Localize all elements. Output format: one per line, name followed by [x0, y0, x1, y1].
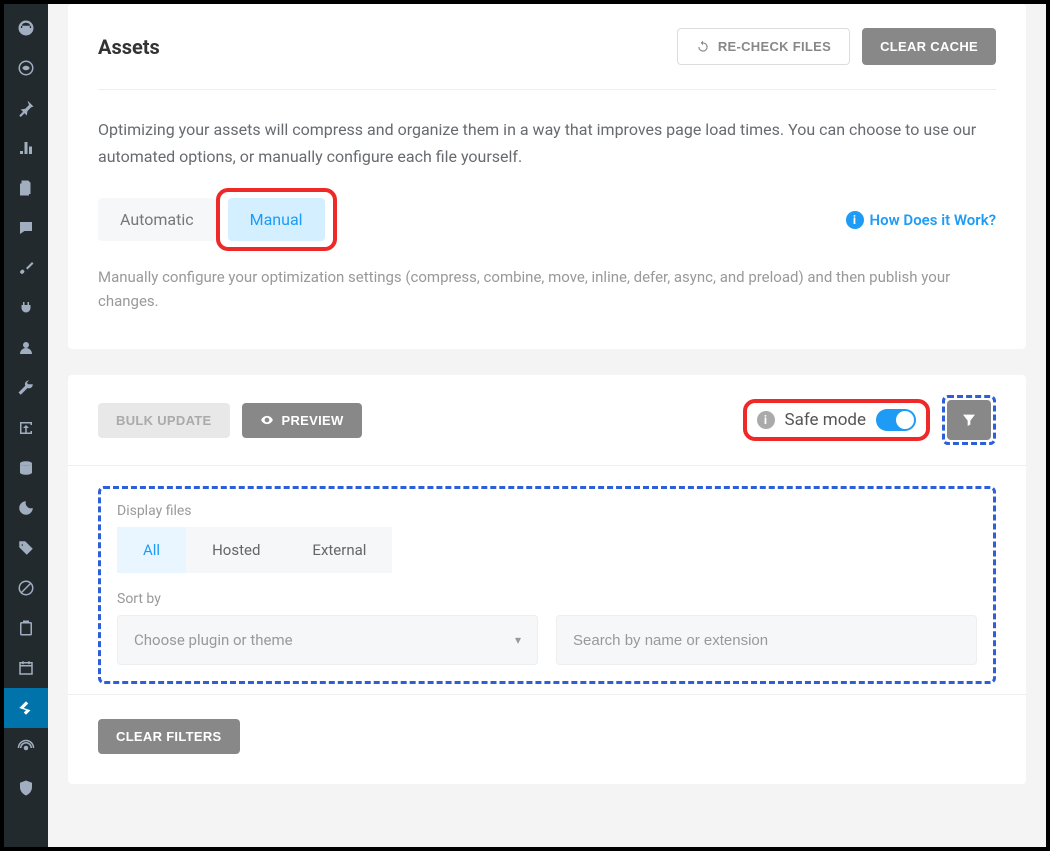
assets-card: Assets RE-CHECK FILES CLEAR CACHE Optimi… — [68, 4, 1026, 349]
chevron-down-icon: ▾ — [515, 633, 521, 647]
clear-filters-button[interactable]: CLEAR FILTERS — [98, 719, 240, 754]
sidebar-hummingbird-icon[interactable] — [4, 688, 48, 728]
sidebar-crescent-icon[interactable] — [4, 488, 48, 528]
tab-description: Manually configure your optimization set… — [98, 251, 996, 319]
annotation-highlight-filters-panel: Display files All Hosted External Sort b… — [98, 486, 996, 684]
sidebar-dashboard-icon[interactable] — [4, 8, 48, 48]
eye-icon — [260, 413, 274, 427]
sidebar-slash-icon[interactable] — [4, 568, 48, 608]
intro-text: Optimizing your assets will compress and… — [98, 90, 996, 188]
filter-button[interactable] — [947, 400, 991, 440]
mode-tabs: Automatic — [98, 198, 216, 241]
sidebar-circle-icon[interactable] — [4, 48, 48, 88]
display-external[interactable]: External — [286, 527, 392, 573]
safe-mode-toggle[interactable] — [876, 409, 916, 431]
sidebar-brush-icon[interactable] — [4, 248, 48, 288]
recheck-files-button[interactable]: RE-CHECK FILES — [677, 28, 850, 65]
display-hosted[interactable]: Hosted — [186, 527, 286, 573]
sidebar-plugin-icon[interactable] — [4, 128, 48, 168]
tab-manual[interactable]: Manual — [228, 198, 325, 241]
sidebar-broadcast-icon[interactable] — [4, 728, 48, 768]
page-title: Assets — [98, 35, 160, 59]
sidebar-calendar-icon[interactable] — [4, 648, 48, 688]
display-all[interactable]: All — [117, 527, 186, 573]
refresh-icon — [696, 40, 710, 54]
sidebar-pages-icon[interactable] — [4, 168, 48, 208]
sidebar-plug-icon[interactable] — [4, 288, 48, 328]
main-content: Assets RE-CHECK FILES CLEAR CACHE Optimi… — [48, 4, 1046, 847]
sidebar-import-icon[interactable] — [4, 408, 48, 448]
sort-select[interactable]: Choose plugin or theme ▾ — [117, 615, 538, 665]
safe-mode-label: Safe mode — [785, 410, 867, 430]
search-input-wrap — [556, 615, 977, 665]
sidebar-comment-icon[interactable] — [4, 208, 48, 248]
funnel-icon — [961, 412, 977, 428]
sidebar-database-icon[interactable] — [4, 448, 48, 488]
sidebar-clipboard-icon[interactable] — [4, 608, 48, 648]
clear-cache-button[interactable]: CLEAR CACHE — [862, 28, 996, 65]
bulk-update-button[interactable]: BULK UPDATE — [98, 403, 230, 438]
display-files-segment: All Hosted External — [117, 527, 977, 573]
tab-automatic[interactable]: Automatic — [98, 198, 216, 241]
preview-button[interactable]: PREVIEW — [242, 403, 362, 438]
display-files-label: Display files — [117, 503, 977, 519]
sidebar-tag-icon[interactable] — [4, 528, 48, 568]
search-input[interactable] — [573, 632, 960, 649]
info-icon: i — [846, 211, 864, 229]
filters-card: BULK UPDATE PREVIEW i Safe mode — [68, 375, 1026, 784]
sidebar-user-icon[interactable] — [4, 328, 48, 368]
admin-sidebar — [4, 4, 48, 847]
annotation-highlight-safemode: i Safe mode — [743, 399, 931, 441]
annotation-highlight-manual: Manual — [216, 188, 337, 251]
info-icon: i — [757, 411, 775, 429]
sidebar-shield-icon[interactable] — [4, 768, 48, 808]
sort-by-label: Sort by — [117, 591, 977, 607]
sidebar-pin-icon[interactable] — [4, 88, 48, 128]
how-does-it-work-link[interactable]: i How Does it Work? — [846, 211, 996, 229]
sidebar-wrench-icon[interactable] — [4, 368, 48, 408]
annotation-highlight-filter — [942, 395, 996, 445]
